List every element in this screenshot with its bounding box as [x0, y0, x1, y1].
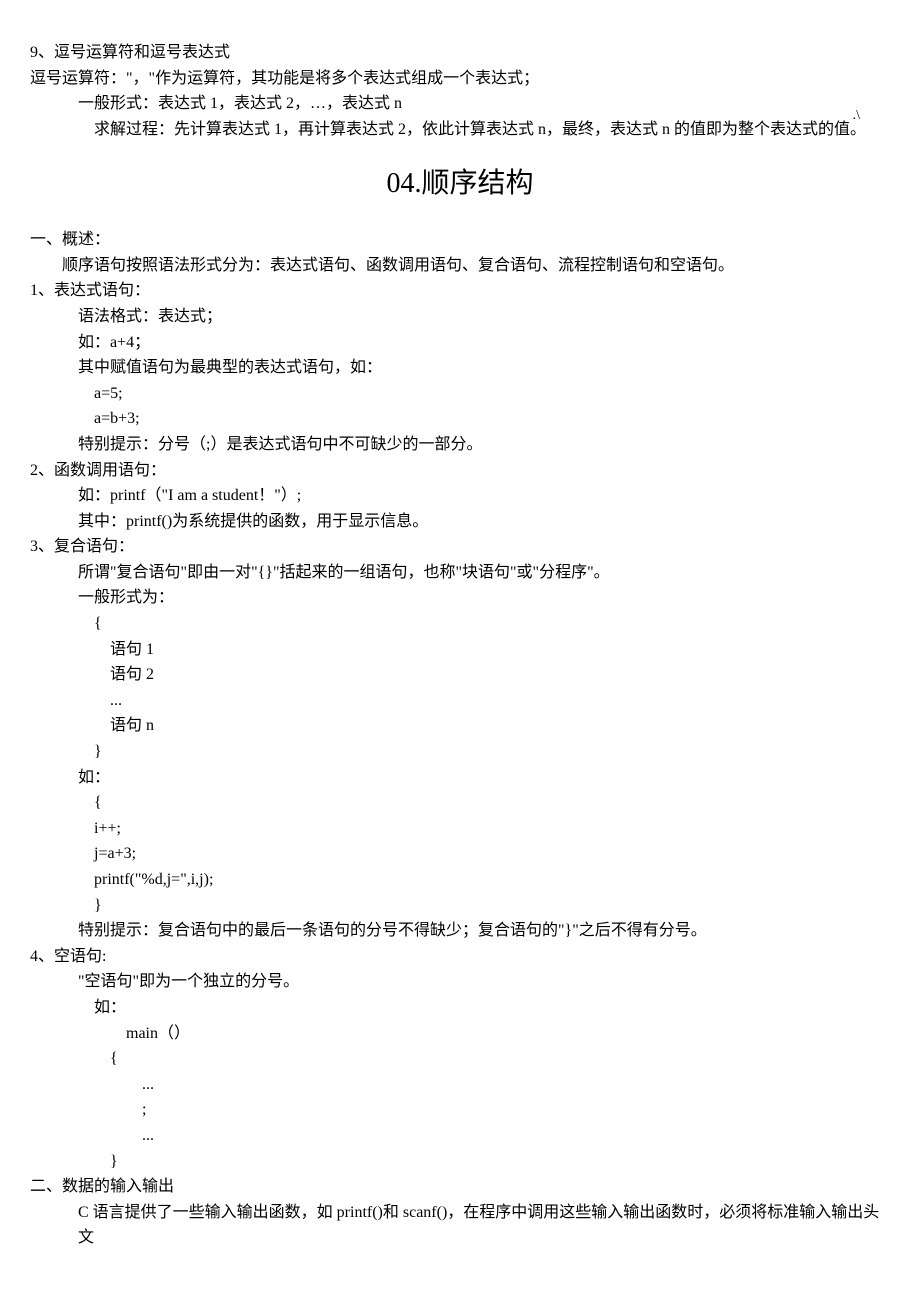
item3-l1: 所谓"复合语句"即由一对"{}"括起来的一组语句，也称"块语句"或"分程序"。 [78, 560, 890, 586]
item4-l4: { [110, 1046, 890, 1072]
item3-l14: } [94, 893, 890, 919]
item4-heading: 4、空语句: [30, 944, 890, 970]
item3-l8: } [94, 739, 890, 765]
item1-l2: 如：a+4； [78, 330, 890, 356]
item3-l11: i++; [94, 816, 890, 842]
item4-l6: ; [142, 1097, 890, 1123]
item1-l4: a=5; [94, 381, 890, 407]
item3-heading: 3、复合语句： [30, 534, 890, 560]
item1-heading: 1、表达式语句： [30, 278, 890, 304]
item3-l5: 语句 2 [110, 662, 890, 688]
item1-l3: 其中赋值语句为最典型的表达式语句，如： [78, 355, 890, 381]
io-heading: 二、数据的输入输出 [30, 1174, 890, 1200]
item3-l15: 特别提示：复合语句中的最后一条语句的分号不得缺少；复合语句的"}"之后不得有分号… [78, 918, 890, 944]
overview-text: 顺序语句按照语法形式分为：表达式语句、函数调用语句、复合语句、流程控制语句和空语… [62, 253, 890, 279]
item4-l2: 如： [94, 995, 890, 1021]
item1-l6: 特别提示：分号（;）是表达式语句中不可缺少的一部分。 [78, 432, 890, 458]
item3-l12: j=a+3; [94, 841, 890, 867]
section-9-l2: 一般形式：表达式 1，表达式 2，…，表达式 n [78, 91, 890, 117]
item4-l8: } [110, 1149, 890, 1175]
document-page: .\ 9、逗号运算符和逗号表达式 逗号运算符："，"作为运算符，其功能是将多个表… [30, 40, 890, 1251]
chapter-title: 04.顺序结构 [30, 162, 890, 207]
item4-l3: main（） [126, 1021, 890, 1047]
item2-l1: 如：printf（"I am a student！"）; [78, 483, 890, 509]
item1-l1: 语法格式：表达式； [78, 304, 890, 330]
item4-l1: "空语句"即为一个独立的分号。 [78, 969, 890, 995]
item3-l2: 一般形式为： [78, 585, 890, 611]
section-9-l1: 逗号运算符："，"作为运算符，其功能是将多个表达式组成一个表达式； [30, 66, 890, 92]
item4-l7: ... [142, 1123, 890, 1149]
item3-l4: 语句 1 [110, 637, 890, 663]
item3-l13: printf("%d,j=",i,j); [94, 867, 890, 893]
overview-heading: 一、概述： [30, 227, 890, 253]
item4-l5: ... [142, 1072, 890, 1098]
item3-l9: 如： [78, 765, 890, 791]
item3-l10: { [94, 790, 890, 816]
io-text: C 语言提供了一些输入输出函数，如 printf()和 scanf()，在程序中… [78, 1200, 890, 1251]
item1-l5: a=b+3; [94, 406, 890, 432]
section-9-heading: 9、逗号运算符和逗号表达式 [30, 40, 890, 66]
item2-l2: 其中：printf()为系统提供的函数，用于显示信息。 [78, 509, 890, 535]
item2-heading: 2、函数调用语句： [30, 458, 890, 484]
item3-l3: { [94, 611, 890, 637]
item3-l7: 语句 n [110, 713, 890, 739]
item3-l6: ... [110, 688, 890, 714]
section-9-l3: 求解过程：先计算表达式 1，再计算表达式 2，依此计算表达式 n，最终，表达式 … [94, 117, 890, 143]
page-marker: .\ [853, 105, 860, 127]
